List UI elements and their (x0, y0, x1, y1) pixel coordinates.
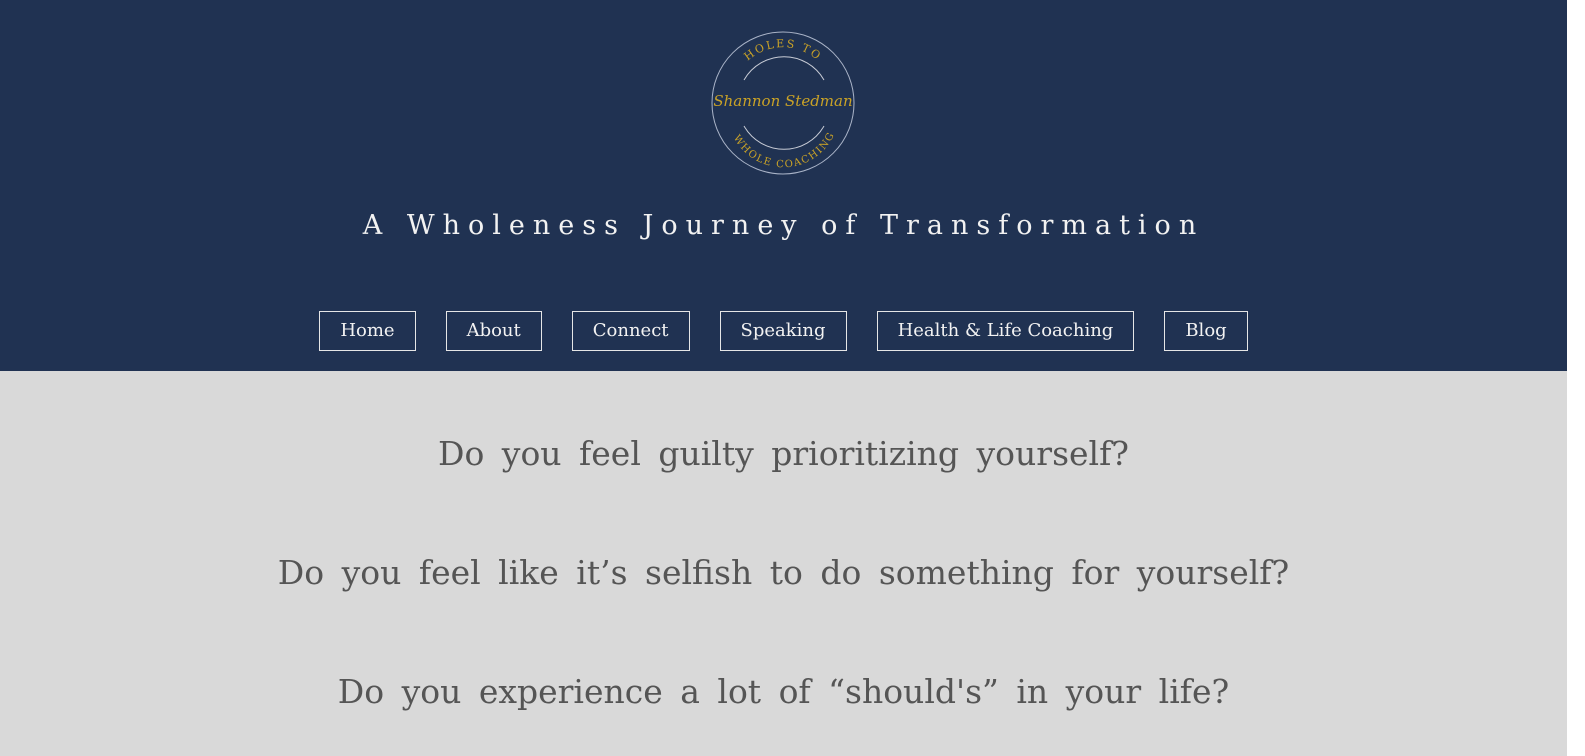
nav-item-about[interactable]: About (445, 311, 542, 351)
site-logo[interactable]: HOLES TO Shannon Stedman WHOLE COACHING (710, 30, 856, 176)
page-scrollbar[interactable] (1567, 0, 1585, 756)
logo-upper-arc (743, 56, 825, 81)
nav-item-blog[interactable]: Blog (1164, 311, 1248, 351)
main-content: Do you feel guilty prioritizing yourself… (0, 371, 1567, 756)
nav-item-speaking[interactable]: Speaking (719, 311, 847, 351)
site-tagline: A Wholeness Journey of Transformation (362, 210, 1205, 241)
logo-script-name: Shannon Stedman (713, 92, 852, 110)
site-header: HOLES TO Shannon Stedman WHOLE COACHING … (0, 0, 1567, 371)
question-shoulds: Do you experience a lot of “should's” in… (337, 672, 1230, 711)
logo-top-text: HOLES TO (742, 37, 825, 63)
main-nav: Home About Connect Speaking Health & Lif… (0, 311, 1567, 351)
question-guilty: Do you feel guilty prioritizing yourself… (437, 434, 1129, 473)
question-selfish: Do you feel like it’s selfish to do some… (277, 553, 1290, 592)
nav-item-health-life-coaching[interactable]: Health & Life Coaching (876, 311, 1135, 351)
logo-emblem: HOLES TO Shannon Stedman WHOLE COACHING (711, 31, 855, 175)
nav-item-connect[interactable]: Connect (571, 311, 690, 351)
page: HOLES TO Shannon Stedman WHOLE COACHING … (0, 0, 1585, 756)
logo-lower-arc (743, 125, 825, 150)
nav-item-home[interactable]: Home (319, 311, 416, 351)
